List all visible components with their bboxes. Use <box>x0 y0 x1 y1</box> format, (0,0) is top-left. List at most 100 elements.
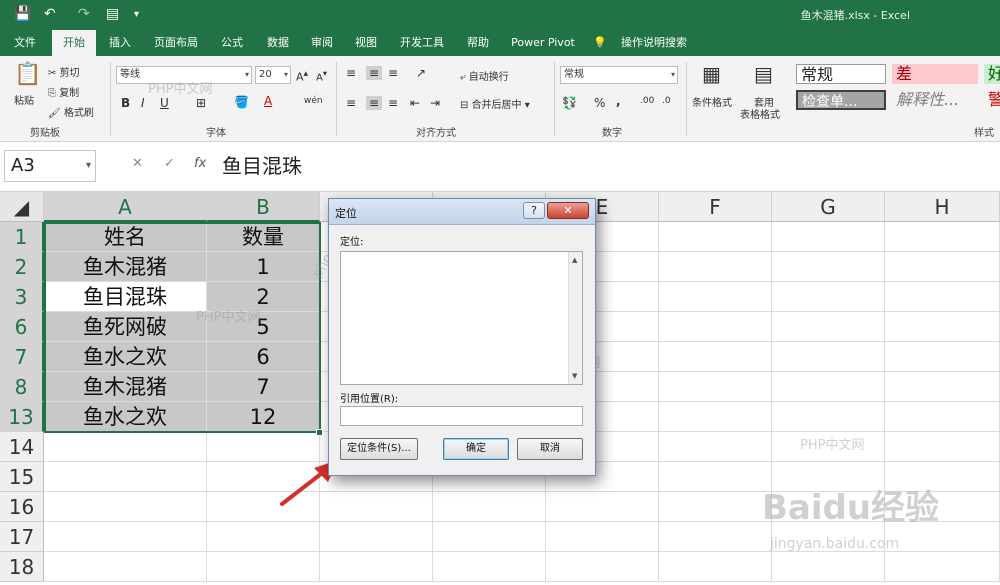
column-header-h[interactable]: H <box>885 192 1000 222</box>
tab-file[interactable]: 文件 <box>4 30 46 56</box>
column-header-f[interactable]: F <box>659 192 772 222</box>
percent-button[interactable]: % <box>594 96 605 110</box>
row-header[interactable]: 8 <box>0 372 44 402</box>
orientation-icon[interactable]: ↗ <box>416 66 426 80</box>
scroll-down-icon[interactable]: ▼ <box>572 372 577 380</box>
cell[interactable] <box>772 552 885 582</box>
conditional-format-icon[interactable]: ▦ <box>702 62 721 86</box>
cell-a[interactable]: 鱼木混猪 <box>44 372 207 402</box>
cell-a[interactable]: 鱼死网破 <box>44 312 207 342</box>
paste-button[interactable]: 粘贴 <box>14 92 34 107</box>
format-as-table-icon[interactable]: ▤ <box>754 62 773 86</box>
row-header[interactable]: 7 <box>0 342 44 372</box>
cell[interactable] <box>772 402 885 432</box>
cell-a[interactable] <box>44 522 207 552</box>
cell[interactable] <box>320 552 433 582</box>
increase-decimal-icon[interactable]: .00 <box>640 96 654 106</box>
cell[interactable] <box>659 492 772 522</box>
cell[interactable] <box>659 282 772 312</box>
format-table-line2[interactable]: 表格格式 <box>740 106 780 121</box>
row-header[interactable]: 18 <box>0 552 44 582</box>
decrease-font-icon[interactable]: A▾ <box>316 68 327 83</box>
row-header[interactable]: 6 <box>0 312 44 342</box>
row-header[interactable]: 16 <box>0 492 44 522</box>
cell[interactable] <box>659 252 772 282</box>
customize-qat-icon[interactable]: ▾ <box>134 9 139 20</box>
tab-view[interactable]: 视图 <box>346 30 386 56</box>
cell[interactable] <box>659 342 772 372</box>
increase-font-icon[interactable]: A▴ <box>296 68 308 84</box>
cell[interactable] <box>885 372 1000 402</box>
cell[interactable] <box>885 432 1000 462</box>
align-top-icon[interactable]: ≡ <box>346 66 356 80</box>
listbox-scrollbar[interactable]: ▲ ▼ <box>568 252 582 384</box>
cell-b[interactable]: 1 <box>207 252 320 282</box>
fill-color-icon[interactable]: 🪣 <box>234 95 249 109</box>
comma-button[interactable]: , <box>616 94 621 108</box>
undo-icon[interactable]: ↶ <box>44 6 56 22</box>
tab-review[interactable]: 审阅 <box>302 30 342 56</box>
column-header-b[interactable]: B <box>207 192 320 222</box>
ok-button[interactable]: 确定 <box>443 438 509 460</box>
scroll-up-icon[interactable]: ▲ <box>572 256 577 264</box>
format-painter-button[interactable]: 🖌 格式刷 <box>48 104 94 119</box>
cell-b[interactable]: 7 <box>207 372 320 402</box>
style-warning[interactable]: 警 <box>984 90 1000 110</box>
cell[interactable] <box>433 492 546 522</box>
underline-button[interactable]: U <box>160 96 169 110</box>
reference-input[interactable] <box>340 406 583 426</box>
align-center-icon[interactable]: ≡ <box>366 96 383 110</box>
form-icon[interactable]: ▤ <box>106 6 119 22</box>
tab-help[interactable]: 帮助 <box>458 30 498 56</box>
fill-handle[interactable] <box>316 429 323 436</box>
row-header[interactable]: 1 <box>0 222 44 252</box>
borders-icon[interactable]: ⊞ <box>196 96 206 110</box>
align-middle-icon[interactable]: ≡ <box>366 66 383 80</box>
row-header[interactable]: 13 <box>0 402 44 432</box>
row-header[interactable]: 3 <box>0 282 44 312</box>
cell-b[interactable]: 数量 <box>207 222 320 252</box>
cell[interactable] <box>772 252 885 282</box>
cell[interactable] <box>546 522 659 552</box>
cell[interactable] <box>659 462 772 492</box>
cell[interactable] <box>659 522 772 552</box>
cell[interactable] <box>320 522 433 552</box>
tab-power-pivot[interactable]: Power Pivot <box>506 30 580 56</box>
font-size-combo[interactable]: 20 ▾ <box>255 66 291 84</box>
style-explanatory[interactable]: 解释性... <box>892 90 978 110</box>
wrap-text-button[interactable]: ⤶ 自动换行 <box>460 68 509 83</box>
align-right-icon[interactable]: ≡ <box>388 96 398 110</box>
cell-a[interactable]: 鱼木混猪 <box>44 252 207 282</box>
insert-function-icon[interactable]: fx <box>194 156 206 171</box>
tab-formulas[interactable]: 公式 <box>212 30 252 56</box>
cell-a[interactable]: 鱼目混珠 <box>44 282 207 312</box>
cell[interactable] <box>772 372 885 402</box>
column-header-g[interactable]: G <box>772 192 885 222</box>
cell-b[interactable]: 6 <box>207 342 320 372</box>
cell[interactable] <box>433 522 546 552</box>
copy-button[interactable]: ⎘ 复制 <box>48 84 79 99</box>
row-header[interactable]: 2 <box>0 252 44 282</box>
cell[interactable] <box>885 282 1000 312</box>
cell-a[interactable] <box>44 462 207 492</box>
cell[interactable] <box>885 552 1000 582</box>
conditional-format-button[interactable]: 条件格式 <box>692 94 732 109</box>
cell[interactable] <box>659 222 772 252</box>
cell-b[interactable]: 12 <box>207 402 320 432</box>
tab-insert[interactable]: 插入 <box>100 30 140 56</box>
paste-icon[interactable]: 📋 <box>14 62 41 87</box>
font-color-icon[interactable]: A <box>264 94 272 108</box>
cut-button[interactable]: ✂ 剪切 <box>48 64 80 79</box>
bold-button[interactable]: B <box>121 96 130 110</box>
style-good[interactable]: 好 <box>984 64 1000 84</box>
help-button[interactable]: ? <box>523 202 545 219</box>
cell[interactable] <box>659 372 772 402</box>
align-left-icon[interactable]: ≡ <box>346 96 356 110</box>
style-check-cell[interactable]: 检查单... <box>796 90 886 110</box>
cell[interactable] <box>885 402 1000 432</box>
redo-icon[interactable]: ↷ <box>78 6 90 22</box>
cell[interactable] <box>659 312 772 342</box>
special-button[interactable]: 定位条件(S)... <box>340 438 418 460</box>
tell-me-search[interactable]: 操作说明搜索 <box>614 30 694 56</box>
number-format-combo[interactable]: 常规 ▾ <box>560 66 678 84</box>
